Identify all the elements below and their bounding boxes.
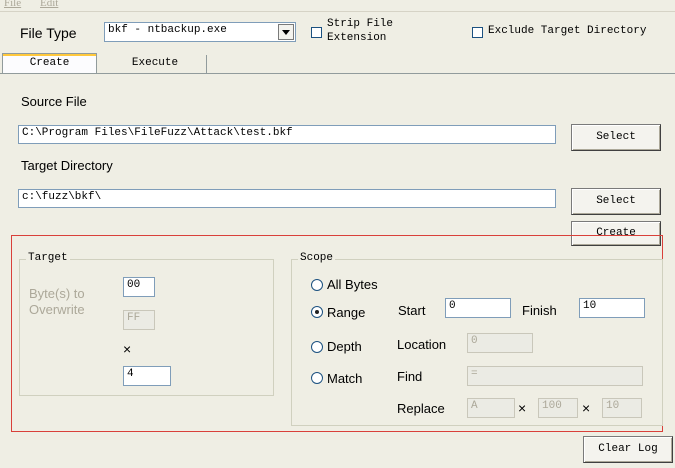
depth-label: Depth <box>327 339 362 354</box>
create-button[interactable]: Create <box>571 221 661 246</box>
times-icon: × <box>582 400 591 416</box>
menu-edit[interactable]: Edit <box>40 0 58 9</box>
exclude-target-directory-label: Exclude Target Directory <box>488 25 647 37</box>
target-select-button[interactable]: Select <box>571 188 661 215</box>
location-input: 0 <box>467 333 533 353</box>
target-directory-label: Target Directory <box>21 158 113 173</box>
menu-divider <box>0 11 675 12</box>
scope-group-title: Scope <box>298 252 336 264</box>
source-select-button[interactable]: Select <box>571 124 661 151</box>
target-directory-input[interactable]: c:\fuzz\bkf\ <box>18 189 556 208</box>
replace-input: A <box>467 398 515 418</box>
radio-range[interactable] <box>311 306 323 318</box>
replace-label: Replace <box>397 401 445 416</box>
strip-file-extension-checkbox[interactable] <box>311 27 322 38</box>
range-label: Range <box>327 305 366 320</box>
times-icon: × <box>123 341 132 357</box>
match-label: Match <box>327 371 363 386</box>
dropdown-button[interactable] <box>278 24 294 40</box>
exclude-target-directory-checkbox[interactable] <box>472 27 483 38</box>
start-label: Start <box>398 303 426 318</box>
source-file-label: Source File <box>21 94 87 109</box>
replace-count-2-input: 10 <box>602 398 642 418</box>
start-input[interactable]: 0 <box>445 298 511 318</box>
byte-value-disabled-input: FF <box>123 310 155 330</box>
file-type-label: File Type <box>20 25 77 41</box>
overwrite-label: Byte(s) to Overwrite <box>29 286 85 317</box>
radio-depth[interactable] <box>311 341 323 353</box>
all-bytes-label: All Bytes <box>327 277 378 292</box>
target-group-title: Target <box>26 252 70 264</box>
finish-label: Finish <box>522 303 557 318</box>
finish-input[interactable]: 10 <box>579 298 645 318</box>
byte-value-input[interactable]: 00 <box>123 277 155 297</box>
strip-file-extension-label: Strip File Extension <box>327 18 394 44</box>
count-input[interactable]: 4 <box>123 366 171 386</box>
menu-file[interactable]: File <box>4 0 21 9</box>
clear-log-button[interactable]: Clear Log <box>583 436 673 463</box>
find-label: Find <box>397 369 423 384</box>
find-input: = <box>467 366 643 386</box>
tab-execute[interactable]: Execute <box>104 55 207 73</box>
radio-match[interactable] <box>311 372 323 384</box>
times-icon: × <box>518 400 527 416</box>
location-label: Location <box>397 337 447 352</box>
chevron-down-icon <box>282 30 290 35</box>
replace-count-input: 100 <box>538 398 578 418</box>
file-type-selected: bkf - ntbackup.exe <box>108 24 227 36</box>
radio-all-bytes[interactable] <box>311 279 323 291</box>
tab-strip-line <box>0 73 675 74</box>
file-type-select[interactable]: bkf - ntbackup.exe <box>104 22 296 42</box>
source-file-input[interactable]: C:\Program Files\FileFuzz\Attack\test.bk… <box>18 125 556 144</box>
tab-create[interactable]: Create <box>2 53 97 73</box>
